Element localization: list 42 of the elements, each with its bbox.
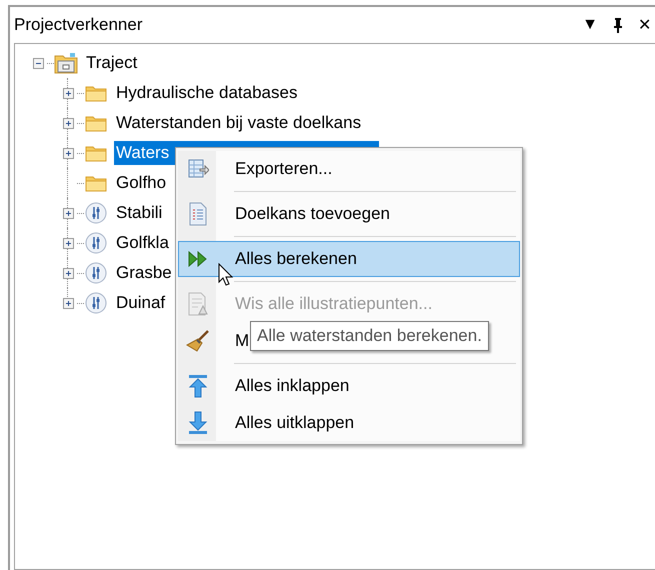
folder-icon bbox=[85, 144, 107, 162]
tree-item[interactable]: Duinaf bbox=[114, 291, 168, 315]
document-icon bbox=[187, 292, 209, 316]
tree-item[interactable]: Hydraulische databases bbox=[114, 81, 300, 105]
panel-title: Projectverkenner bbox=[14, 15, 144, 35]
menu-item[interactable]: Alles berekenen bbox=[178, 241, 520, 277]
expand-toggle-icon[interactable] bbox=[62, 298, 74, 308]
document-icon bbox=[188, 202, 208, 226]
folder-icon bbox=[85, 114, 107, 132]
expand-toggle-icon[interactable] bbox=[62, 148, 74, 158]
menu-item[interactable]: Alles inklappen bbox=[178, 368, 520, 404]
table-export-icon bbox=[187, 158, 209, 180]
expand-toggle-icon[interactable] bbox=[62, 118, 74, 128]
mouse-pointer-icon bbox=[218, 263, 234, 287]
tree-item[interactable]: Waterstanden bij vaste doelkans bbox=[114, 111, 364, 135]
tree-item[interactable]: Golfho bbox=[114, 171, 168, 195]
expand-toggle-icon[interactable] bbox=[62, 268, 74, 278]
tree-item[interactable]: Stabili bbox=[114, 201, 164, 225]
expand-toggle-icon[interactable] bbox=[62, 88, 74, 98]
pin-icon[interactable] bbox=[612, 17, 624, 33]
close-icon[interactable]: ✕ bbox=[638, 15, 651, 35]
menu-item[interactable]: Exporteren... bbox=[178, 151, 520, 187]
folder-icon bbox=[85, 174, 107, 192]
expand-toggle-icon[interactable] bbox=[62, 238, 74, 248]
menu-item[interactable]: Alles uitklappen bbox=[178, 405, 520, 441]
sliders-circle-icon bbox=[85, 292, 107, 314]
tooltip: Alle waterstanden berekenen. bbox=[250, 321, 489, 351]
broom-icon bbox=[186, 330, 210, 352]
arrow-up-icon bbox=[188, 374, 208, 398]
tree-item[interactable]: Traject bbox=[84, 51, 140, 75]
arrow-down-icon bbox=[188, 411, 208, 435]
expand-toggle-icon[interactable] bbox=[62, 208, 74, 218]
sliders-circle-icon bbox=[85, 202, 107, 224]
dropdown-icon[interactable]: ▼ bbox=[582, 16, 598, 34]
sliders-circle-icon bbox=[85, 232, 107, 254]
collapse-toggle-icon[interactable] bbox=[32, 58, 44, 68]
tree-item[interactable]: Grasbe bbox=[114, 261, 174, 285]
folder-icon bbox=[85, 84, 107, 102]
tree-item[interactable]: Golfkla bbox=[114, 231, 171, 255]
fast-forward-icon bbox=[188, 251, 208, 267]
sliders-circle-icon bbox=[85, 262, 107, 284]
menu-item[interactable]: Doelkans toevoegen bbox=[178, 196, 520, 232]
